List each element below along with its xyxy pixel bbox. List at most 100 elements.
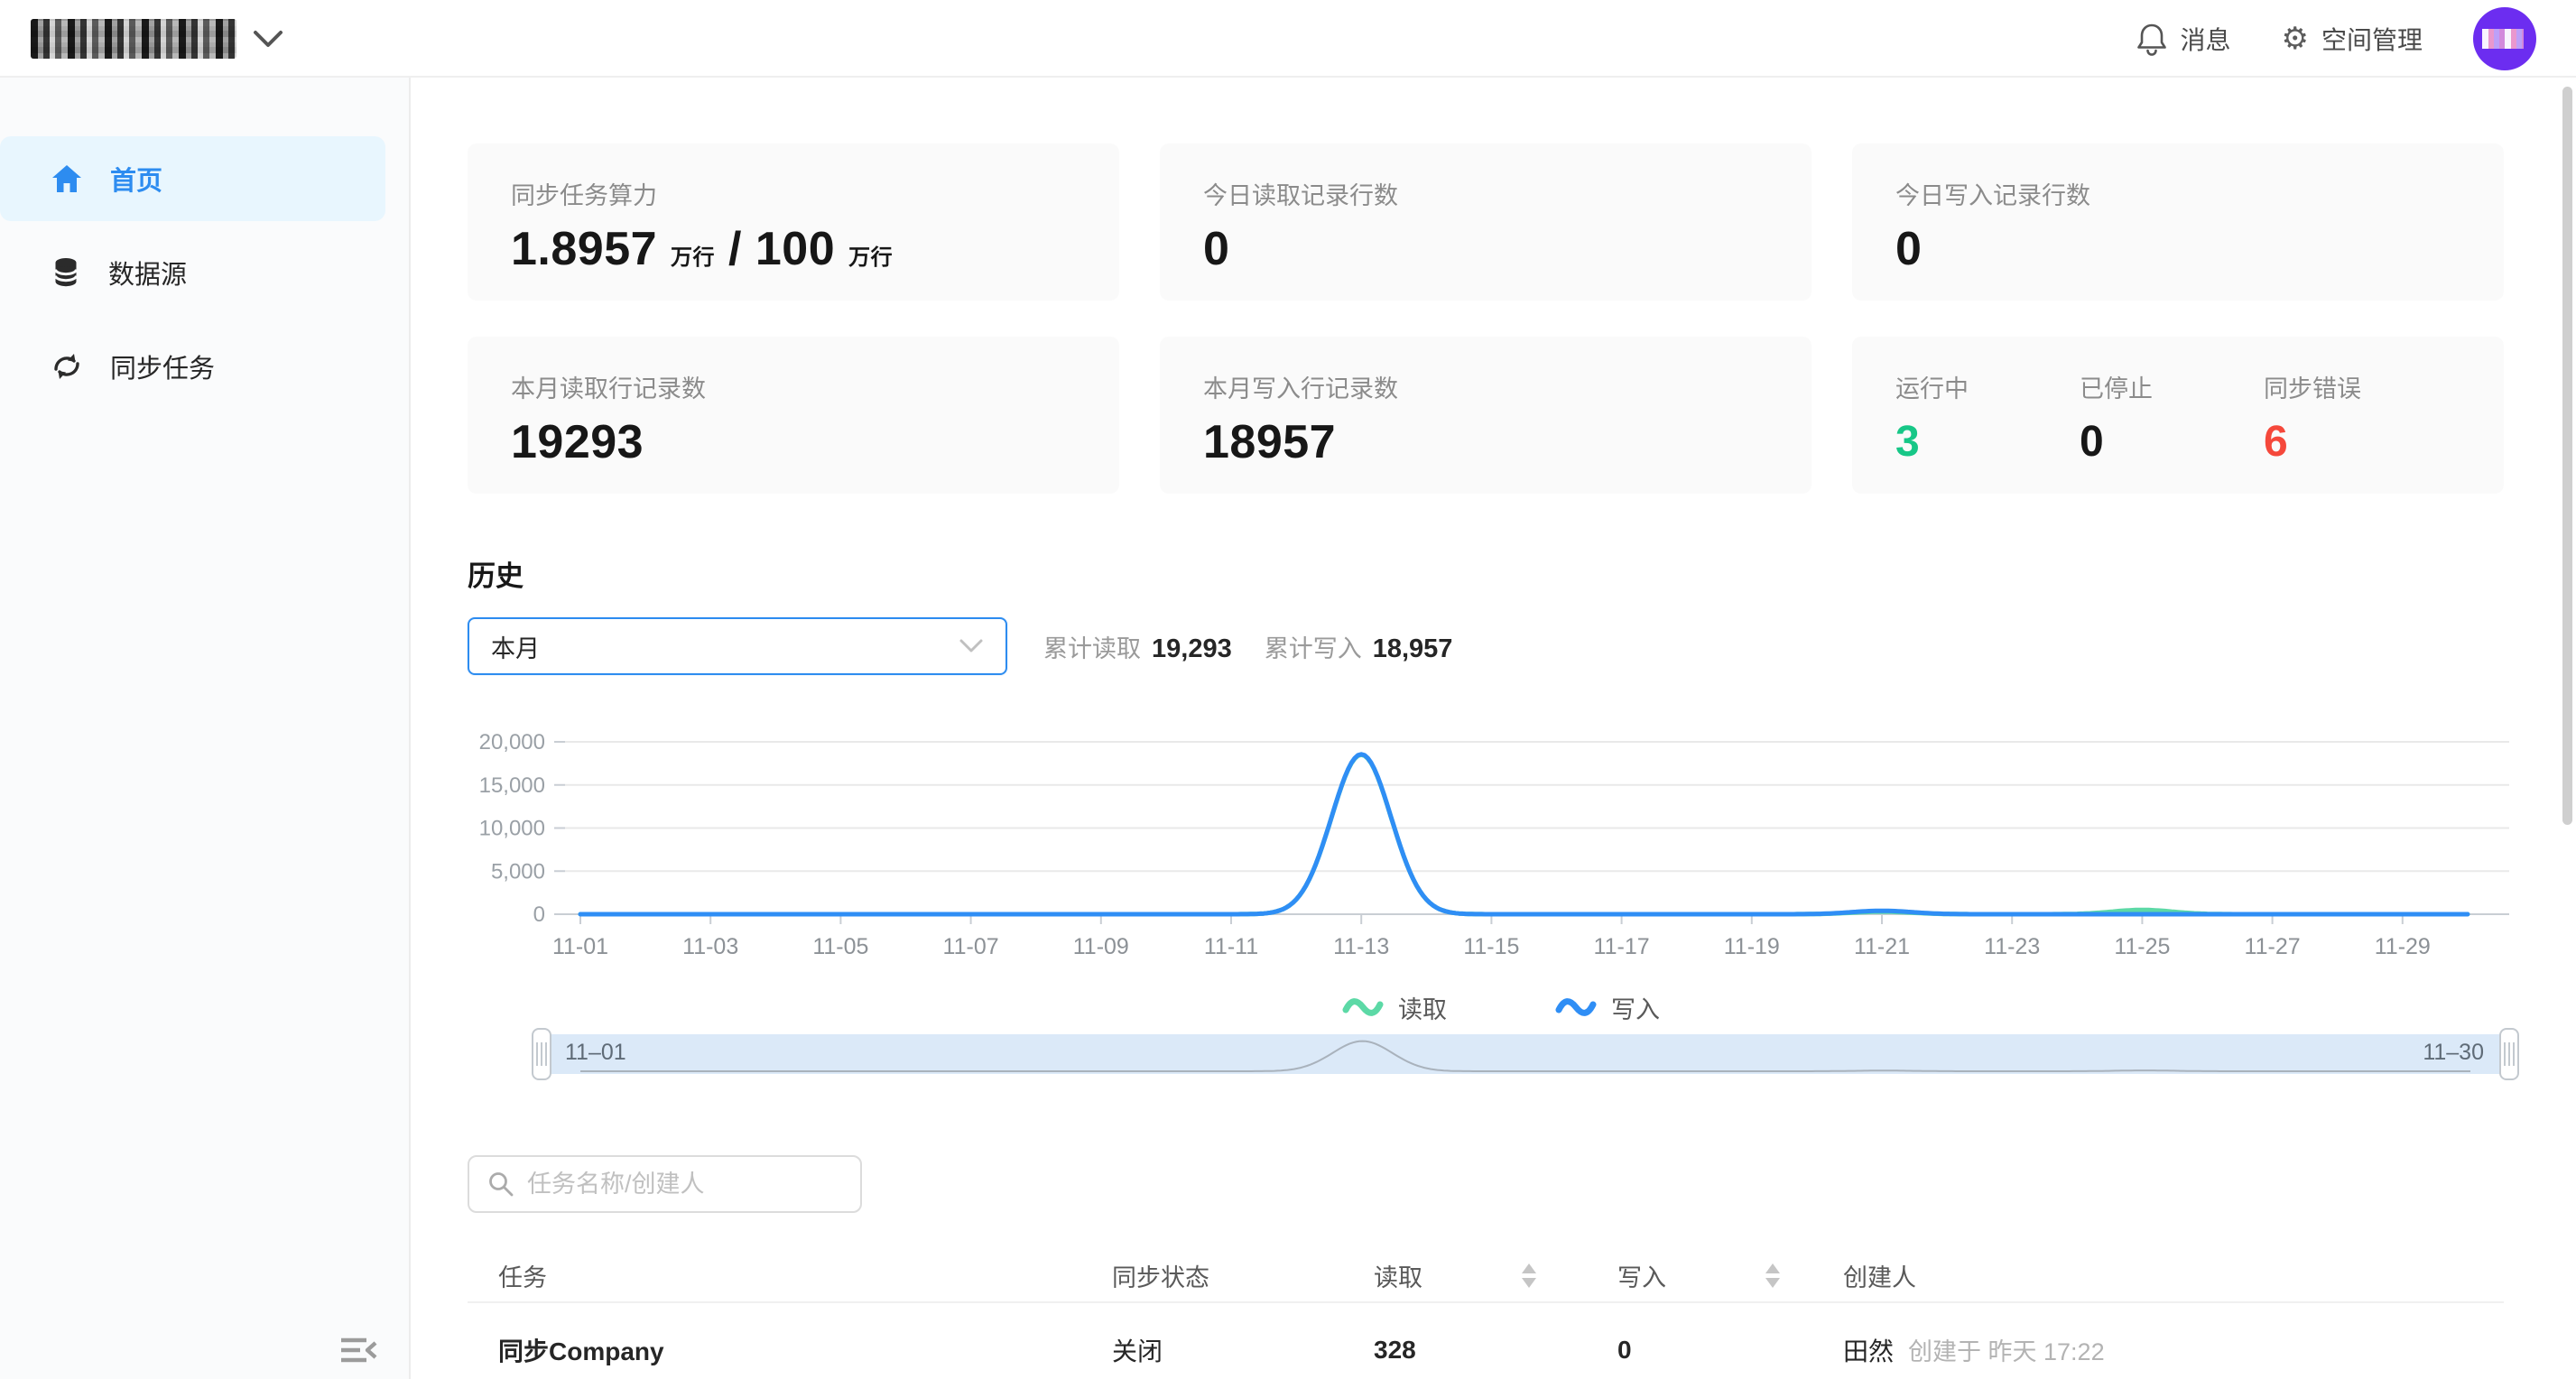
creator-name: 田然: [1843, 1332, 1894, 1368]
collapse-sidebar-button[interactable]: [338, 1334, 380, 1366]
stat-label: 同步任务算力: [511, 176, 1076, 211]
svg-text:11-25: 11-25: [2114, 934, 2170, 959]
svg-text:11-23: 11-23: [1984, 934, 2040, 959]
status-running: 运行中 3: [1895, 369, 2080, 461]
stat-label: 今日写入记录行数: [1895, 176, 2460, 211]
read-line-icon: [1342, 995, 1384, 1019]
space-admin-label: 空间管理: [2321, 21, 2423, 57]
user-avatar[interactable]: [2473, 7, 2536, 70]
chevron-down-icon: [253, 29, 283, 49]
space-admin-button[interactable]: ⚙ 空间管理: [2282, 21, 2423, 57]
stat-card-month-write: 本月写入行记录数 18957: [1160, 337, 1812, 494]
sidebar-nav: 首页 数据源 同步任务: [0, 78, 411, 1379]
svg-text:0: 0: [533, 902, 545, 927]
sidebar-item-label: 数据源: [108, 254, 187, 292]
gear-icon: ⚙: [2282, 23, 2309, 54]
cell-sync-status: 关闭: [1112, 1332, 1374, 1368]
write-line-icon: [1555, 995, 1597, 1019]
task-table-header: 任务 同步状态 读取 写入 创建人: [468, 1249, 2504, 1303]
bell-icon: [2136, 22, 2167, 56]
svg-text:11-15: 11-15: [1463, 934, 1519, 959]
col-header-task: 任务: [498, 1258, 1112, 1293]
col-header-write: 写入: [1617, 1258, 1843, 1293]
sidebar-item-sync-tasks[interactable]: 同步任务: [0, 324, 385, 409]
col-header-creator: 创建人: [1843, 1258, 2504, 1293]
stat-card-today-read: 今日读取记录行数 0: [1160, 143, 1812, 301]
messages-button[interactable]: 消息: [2136, 21, 2230, 57]
date-range-select[interactable]: 本月: [468, 617, 1007, 675]
cell-read-count: 328: [1374, 1336, 1617, 1365]
datazoom-left-handle[interactable]: [532, 1028, 551, 1080]
cell-task-name[interactable]: 同步Company: [498, 1332, 1112, 1368]
datazoom-end-label: 11–30: [2423, 1040, 2484, 1066]
svg-text:11-01: 11-01: [552, 934, 608, 959]
total-write-summary: 累计写入 18,957: [1265, 629, 1453, 664]
svg-text:15,000: 15,000: [479, 773, 545, 798]
history-section-title: 历史: [468, 553, 2504, 594]
app-header: 消息 ⚙ 空间管理: [0, 0, 2576, 78]
date-range-selected-value: 本月: [491, 629, 540, 664]
stat-card-today-write: 今日写入记录行数 0: [1852, 143, 2504, 301]
cell-write-count: 0: [1617, 1336, 1843, 1365]
svg-text:20,000: 20,000: [479, 730, 545, 754]
sort-write-button[interactable]: [1765, 1263, 1780, 1288]
sidebar-item-datasources[interactable]: 数据源: [0, 230, 385, 315]
sync-icon: [51, 350, 83, 383]
menu-fold-icon: [338, 1334, 380, 1366]
vertical-scrollbar[interactable]: [2562, 87, 2572, 825]
svg-text:11-19: 11-19: [1724, 934, 1780, 959]
avatar-redacted-name: [2482, 29, 2524, 49]
col-header-read: 读取: [1374, 1258, 1617, 1293]
stat-value: 0: [1203, 222, 1768, 276]
status-error: 同步错误 6: [2264, 369, 2448, 461]
stat-value: 1.8957 万行 / 100 万行: [511, 222, 1076, 276]
sort-read-button[interactable]: [1522, 1263, 1536, 1288]
datazoom-right-handle[interactable]: [2499, 1028, 2519, 1080]
created-time: 创建于 昨天 17:22: [1908, 1332, 2105, 1367]
stat-card-task-status: 运行中 3 已停止 0 同步错误 6: [1852, 337, 2504, 494]
sidebar-item-home[interactable]: 首页: [0, 136, 385, 221]
svg-text:11-07: 11-07: [943, 934, 999, 959]
stat-label: 本月写入行记录数: [1203, 369, 1768, 404]
workspace-logo: [31, 19, 236, 59]
legend-label: 读取: [1398, 990, 1447, 1025]
stat-value: 0: [1895, 222, 2460, 276]
sidebar-item-label: 首页: [110, 160, 162, 198]
status-stopped: 已停止 0: [2080, 369, 2264, 461]
stat-value: 19293: [511, 415, 1076, 469]
svg-text:11-03: 11-03: [682, 934, 738, 959]
svg-text:11-29: 11-29: [2375, 934, 2431, 959]
svg-text:11-13: 11-13: [1333, 934, 1389, 959]
legend-item-write[interactable]: 写入: [1555, 990, 1660, 1025]
search-icon: [487, 1171, 514, 1198]
chart-legend: 读取 写入: [468, 989, 2534, 1025]
col-header-status: 同步状态: [1112, 1258, 1374, 1293]
legend-label: 写入: [1611, 990, 1660, 1025]
datazoom-minimap: [542, 1034, 2509, 1074]
history-line-chart: 0 5,000 10,000 15,000 20,000 11-01 11-03 11-05 1…: [468, 724, 2534, 976]
table-row[interactable]: 同步Company 关闭 328 0 田然 创建于 昨天 17:22: [468, 1303, 2504, 1379]
workspace-switcher[interactable]: [31, 16, 283, 61]
stat-cards: 同步任务算力 1.8957 万行 / 100 万行 今日读取记录行数 0 今日写…: [468, 143, 2504, 494]
stat-label: 本月读取行记录数: [511, 369, 1076, 404]
legend-item-read[interactable]: 读取: [1342, 990, 1447, 1025]
stat-label: 今日读取记录行数: [1203, 176, 1768, 211]
datazoom-start-label: 11–01: [565, 1040, 626, 1066]
svg-text:5,000: 5,000: [491, 859, 545, 884]
svg-text:11-17: 11-17: [1594, 934, 1650, 959]
stat-card-compute: 同步任务算力 1.8957 万行 / 100 万行: [468, 143, 1119, 301]
svg-text:11-05: 11-05: [812, 934, 868, 959]
database-icon: [51, 256, 81, 289]
svg-text:11-09: 11-09: [1073, 934, 1129, 959]
home-icon: [51, 163, 83, 194]
sidebar-item-label: 同步任务: [110, 347, 215, 385]
chart-datazoom-slider[interactable]: 11–01 11–30: [542, 1034, 2509, 1074]
svg-text:10,000: 10,000: [479, 817, 545, 841]
task-table: 任务 同步状态 读取 写入 创建人 同步Company 关闭 328 0 田然 …: [468, 1249, 2504, 1379]
task-search-input[interactable]: [527, 1171, 834, 1199]
stat-card-month-read: 本月读取行记录数 19293: [468, 337, 1119, 494]
cell-creator: 田然 创建于 昨天 17:22: [1843, 1332, 2504, 1368]
line-chart-canvas: 0 5,000 10,000 15,000 20,000 11-01 11-03 11-05 1…: [468, 724, 2534, 976]
total-read-summary: 累计读取 19,293: [1043, 629, 1232, 664]
svg-text:11-11: 11-11: [1204, 934, 1258, 959]
